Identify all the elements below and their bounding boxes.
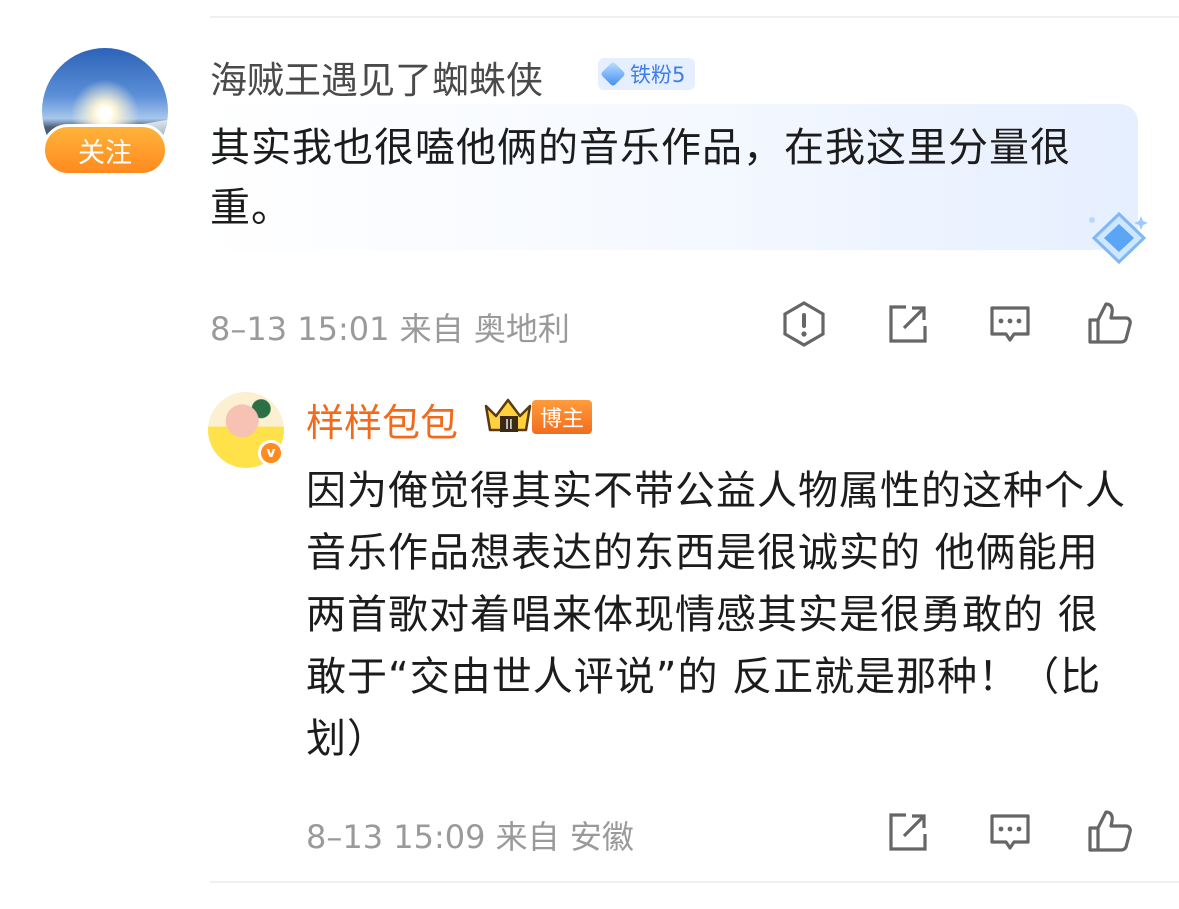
like-icon[interactable] — [1086, 808, 1134, 856]
comment-icon[interactable] — [986, 808, 1034, 856]
comment-meta: 8–13 15:01 来自 奥地利 — [210, 310, 570, 348]
verified-icon: v — [258, 440, 284, 466]
reply-text: 因为俺觉得其实不带公益人物属性的这种个人音乐作品想表达的东西是很诚实的 他俩能用… — [306, 468, 1126, 762]
fan-badge-label: 铁粉5 — [630, 63, 686, 87]
share-icon[interactable] — [884, 808, 932, 856]
reply-meta: 8–13 15:09 来自 安徽 — [306, 818, 634, 856]
top-divider — [210, 16, 1179, 18]
fan-badge[interactable]: 铁粉5 — [598, 58, 696, 90]
comment-text: 其实我也很嗑他俩的音乐作品，在我这里分量很重。 — [210, 125, 1071, 231]
comment-icon[interactable] — [986, 300, 1034, 348]
follow-button[interactable]: 关注 — [42, 124, 168, 176]
report-icon[interactable] — [780, 300, 828, 348]
bottom-divider — [210, 881, 1179, 883]
reply-username[interactable]: 样样包包 — [306, 392, 458, 447]
diamond-decoration-icon — [1089, 211, 1148, 265]
host-badge: 博主 — [532, 400, 593, 434]
diamond-icon — [600, 61, 626, 87]
username[interactable]: 海贼王遇见了蜘蛛侠 — [210, 50, 543, 104]
crown-icon: II — [484, 398, 532, 433]
like-icon[interactable] — [1086, 300, 1134, 348]
share-icon[interactable] — [884, 300, 932, 348]
svg-text:II: II — [505, 418, 513, 433]
